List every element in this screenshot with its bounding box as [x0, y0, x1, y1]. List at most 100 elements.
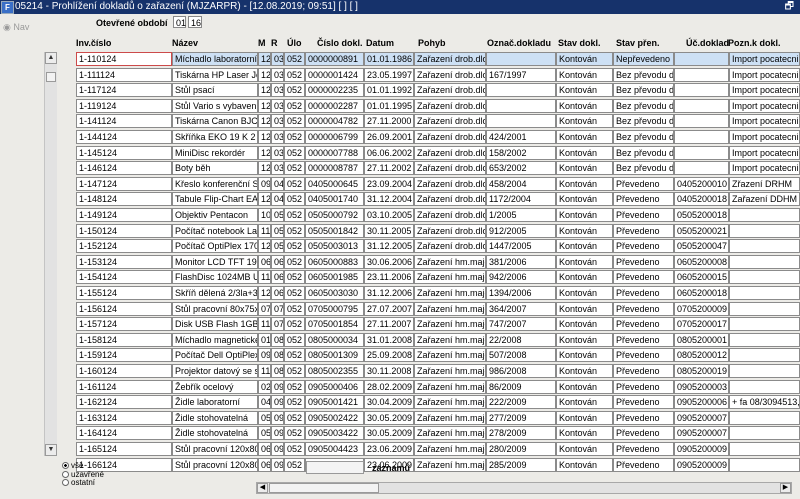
cell-ulo[interactable]: 052 [284, 395, 305, 410]
cell-oznaceni-dokladu[interactable]: 942/2006 [486, 270, 556, 285]
cell-pohyb[interactable]: Zařazení hm.majetl [414, 364, 486, 378]
cell-ucetni-doklad[interactable]: 0905200003 [674, 379, 729, 394]
cell-m[interactable]: 12 [258, 130, 271, 144]
cell-stav-dokladu[interactable]: Kontován [556, 161, 613, 176]
cell-cislo-dokladu[interactable]: 0605000883 [305, 254, 364, 269]
horizontal-scrollbar[interactable]: ◀ ▶ [256, 482, 792, 494]
cell-ulo[interactable]: 052 [284, 270, 305, 285]
cell-cislo-dokladu[interactable]: 0000006799 [305, 130, 364, 144]
cell-m[interactable]: 01 [258, 332, 271, 347]
cell-nazev[interactable]: Tiskárna HP Laser Je [172, 67, 258, 82]
cell-stav-dokladu[interactable]: Kontován [556, 254, 613, 269]
cell-datum[interactable]: 30.05.2009 0 [364, 426, 414, 441]
cell-ucetni-doklad[interactable] [674, 52, 729, 66]
cell-cislo-dokladu[interactable]: 0805000034 [305, 332, 364, 347]
cell-inv-cislo[interactable]: 1-146124 [76, 161, 172, 176]
cell-m[interactable]: 02 [258, 379, 271, 394]
cell-pohyb[interactable]: Zařazení drob.dlo [414, 83, 486, 98]
cell-ulo[interactable]: 052 [284, 317, 305, 332]
cell-stav-prenosu[interactable]: Bez převodu d [613, 130, 674, 144]
period-month-field[interactable]: 01 [173, 16, 186, 28]
cell-r[interactable]: 06 [271, 254, 284, 269]
cell-oznaceni-dokladu[interactable]: 1394/2006 [486, 286, 556, 300]
cell-stav-dokladu[interactable]: Kontován [556, 67, 613, 82]
cell-datum[interactable]: 31.12.2004 0 [364, 192, 414, 207]
cell-poznamka[interactable] [729, 348, 800, 363]
cell-inv-cislo[interactable]: 1-159124 [76, 348, 172, 363]
cell-inv-cislo[interactable]: 1-154124 [76, 270, 172, 285]
cell-r[interactable]: 09 [271, 410, 284, 425]
cell-stav-dokladu[interactable]: Kontován [556, 379, 613, 394]
cell-poznamka[interactable]: Import pocatecni [729, 114, 800, 129]
cell-oznaceni-dokladu[interactable]: 986/2008 [486, 364, 556, 378]
cell-ulo[interactable]: 052 [284, 223, 305, 238]
cell-m[interactable]: 12 [258, 145, 271, 160]
cell-inv-cislo[interactable]: 1-141124 [76, 114, 172, 129]
column-header-oznaceni-dokladu[interactable]: Označ.dokladu [487, 38, 551, 48]
cell-stav-prenosu[interactable]: Převedeno [613, 457, 674, 472]
cell-ulo[interactable]: 052 [284, 52, 305, 66]
cell-cislo-dokladu[interactable]: 0000002287 [305, 98, 364, 113]
cell-pohyb[interactable]: Zařazení hm.majetl [414, 395, 486, 410]
cell-pohyb[interactable]: Zařazení drob.dlo [414, 176, 486, 191]
cell-stav-prenosu[interactable]: Převedeno [613, 364, 674, 378]
column-header-nazev[interactable]: Název [172, 38, 198, 48]
cell-ucetni-doklad[interactable] [674, 67, 729, 82]
cell-stav-dokladu[interactable]: Kontován [556, 348, 613, 363]
cell-inv-cislo[interactable]: 1-163124 [76, 410, 172, 425]
cell-stav-prenosu[interactable]: Bez převodu d [613, 83, 674, 98]
cell-cislo-dokladu[interactable]: 0905000406 [305, 379, 364, 394]
cell-r[interactable]: 09 [271, 426, 284, 441]
cell-pohyb[interactable]: Zařazení hm.majetl [414, 317, 486, 332]
cell-ucetni-doklad[interactable]: 0705200009 [674, 301, 729, 316]
cell-ulo[interactable]: 052 [284, 192, 305, 207]
cell-m[interactable]: 11 [258, 364, 271, 378]
cell-inv-cislo[interactable]: 1-160124 [76, 364, 172, 378]
cell-ucetni-doklad[interactable]: 0705200017 [674, 317, 729, 332]
cell-r[interactable]: 08 [271, 348, 284, 363]
cell-ulo[interactable]: 052 [284, 239, 305, 254]
cell-m[interactable]: 04 [258, 395, 271, 410]
column-header-cislo-dokladu[interactable]: Číslo dokl. [317, 38, 363, 48]
cell-nazev[interactable]: Míchadlo magnetické [172, 332, 258, 347]
cell-stav-prenosu[interactable]: Převedeno [613, 410, 674, 425]
cell-r[interactable]: 08 [271, 332, 284, 347]
cell-datum[interactable]: 03.10.2005 0 [364, 208, 414, 222]
cell-stav-prenosu[interactable]: Bez převodu d [613, 145, 674, 160]
cell-cislo-dokladu[interactable]: 0000007788 [305, 145, 364, 160]
cell-oznaceni-dokladu[interactable]: 278/2009 [486, 426, 556, 441]
cell-ulo[interactable]: 052 [284, 442, 305, 456]
cell-nazev[interactable]: Stůl pracovní 120x80 [172, 442, 258, 456]
cell-stav-dokladu[interactable]: Kontován [556, 426, 613, 441]
cell-m[interactable]: 06 [258, 254, 271, 269]
cell-oznaceni-dokladu[interactable]: 22/2008 [486, 332, 556, 347]
cell-r[interactable]: 05 [271, 208, 284, 222]
cell-nazev[interactable]: Skříňka EKO 19 K 2 [172, 130, 258, 144]
period-year-field[interactable]: 16 [188, 16, 202, 28]
scroll-left-icon[interactable]: ◀ [257, 483, 268, 493]
cell-ulo[interactable]: 052 [284, 410, 305, 425]
cell-stav-prenosu[interactable]: Převedeno [613, 223, 674, 238]
cell-inv-cislo[interactable]: 1-153124 [76, 254, 172, 269]
horizontal-scroll-thumb[interactable] [269, 483, 379, 493]
cell-datum[interactable]: 31.01.2008 0 [364, 332, 414, 347]
cell-ucetni-doklad[interactable]: 0805200019 [674, 364, 729, 378]
cell-cislo-dokladu[interactable]: 0000002235 [305, 83, 364, 98]
cell-pohyb[interactable]: Zařazení hm.majetl [414, 457, 486, 472]
cell-pohyb[interactable]: Zařazení hm.majetl [414, 348, 486, 363]
cell-nazev[interactable]: Stůl pracovní 80x75x [172, 301, 258, 316]
cell-oznaceni-dokladu[interactable]: 167/1997 [486, 67, 556, 82]
cell-cislo-dokladu[interactable]: 0905001421 [305, 395, 364, 410]
cell-m[interactable]: 12 [258, 98, 271, 113]
cell-ucetni-doklad[interactable]: 0505200021 [674, 223, 729, 238]
cell-m[interactable]: 05 [258, 410, 271, 425]
cell-stav-prenosu[interactable]: Bez převodu d [613, 114, 674, 129]
cell-r[interactable]: 07 [271, 317, 284, 332]
cell-datum[interactable]: 28.02.2009 0 [364, 379, 414, 394]
cell-pohyb[interactable]: Zařazení drob.dlo [414, 223, 486, 238]
cell-ulo[interactable]: 052 [284, 67, 305, 82]
column-header-inv-cislo[interactable]: Inv.číslo [76, 38, 111, 48]
cell-nazev[interactable]: Počítač notebook Lat [172, 223, 258, 238]
cell-pohyb[interactable]: Zařazení drob.dlo [414, 130, 486, 144]
cell-poznamka[interactable]: Zařazení DDHM [729, 192, 800, 207]
